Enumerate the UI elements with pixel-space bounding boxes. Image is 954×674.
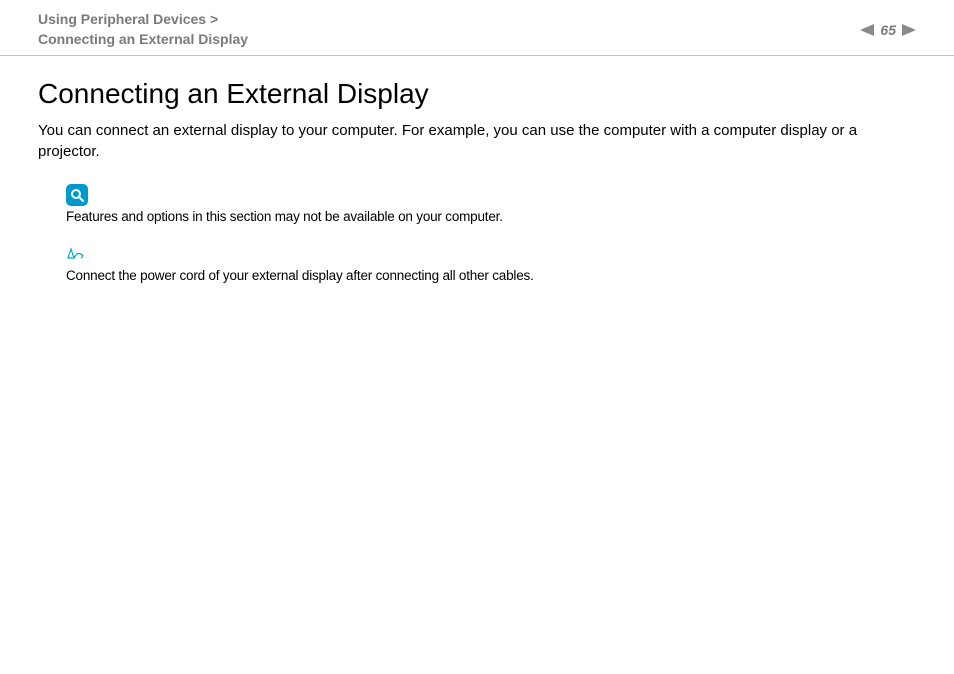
page-nav: 65 — [860, 22, 916, 38]
prev-page-arrow-icon[interactable] — [860, 24, 874, 36]
info-note-text: Features and options in this section may… — [66, 208, 916, 226]
page-content: Connecting an External Display You can c… — [0, 56, 954, 284]
breadcrumb-parent[interactable]: Using Peripheral Devices — [38, 11, 206, 27]
page-title: Connecting an External Display — [38, 78, 916, 110]
tip-note-text: Connect the power cord of your external … — [66, 267, 916, 285]
next-page-arrow-icon[interactable] — [902, 24, 916, 36]
info-note-block: Features and options in this section may… — [38, 184, 916, 226]
breadcrumb-separator: > — [210, 11, 218, 27]
search-icon — [66, 184, 88, 206]
intro-paragraph: You can connect an external display to y… — [38, 120, 916, 162]
pencil-icon — [66, 246, 88, 260]
page-number: 65 — [880, 22, 896, 38]
tip-note-block: Connect the power cord of your external … — [38, 246, 916, 285]
page-header: Using Peripheral Devices > Connecting an… — [0, 0, 954, 56]
breadcrumb: Using Peripheral Devices > Connecting an… — [38, 10, 248, 49]
breadcrumb-current: Connecting an External Display — [38, 31, 248, 47]
